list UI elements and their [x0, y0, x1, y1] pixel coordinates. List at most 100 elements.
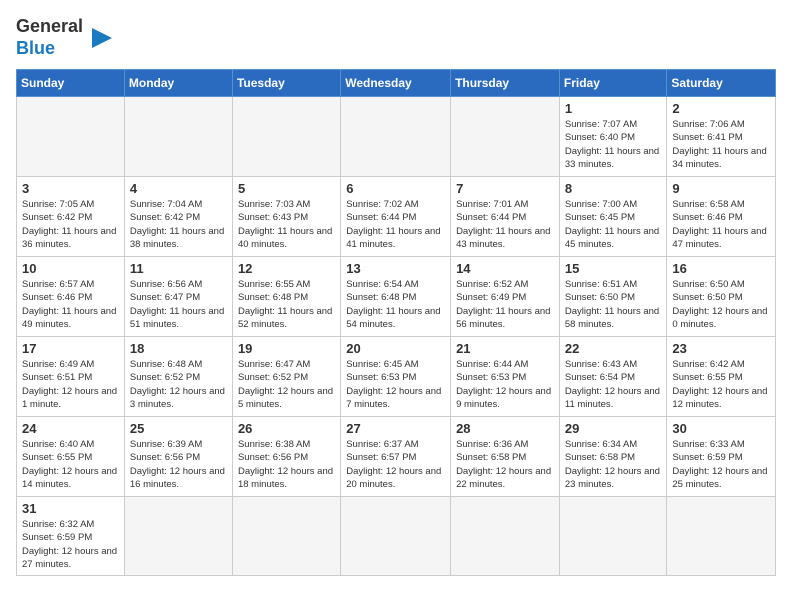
day-info: Sunrise: 6:33 AM Sunset: 6:59 PM Dayligh… [672, 438, 770, 491]
calendar-cell [451, 97, 560, 177]
calendar-week-row: 3Sunrise: 7:05 AM Sunset: 6:42 PM Daylig… [17, 177, 776, 257]
day-number: 7 [456, 181, 554, 196]
day-info: Sunrise: 6:51 AM Sunset: 6:50 PM Dayligh… [565, 278, 662, 331]
calendar-cell: 26 Sunrise: 6:38 AM Sunset: 6:56 PM Dayli… [232, 417, 340, 497]
day-info: Sunrise: 6:54 AM Sunset: 6:48 PM Dayligh… [346, 278, 445, 331]
calendar-cell: 12 Sunrise: 6:55 AM Sunset: 6:48 PM Dayli… [232, 257, 340, 337]
day-info: Sunrise: 6:58 AM Sunset: 6:46 PM Dayligh… [672, 198, 770, 251]
calendar-cell: 21Sunrise: 6:44 AM Sunset: 6:53 PM Dayli… [451, 337, 560, 417]
calendar-cell: 18Sunrise: 6:48 AM Sunset: 6:52 PM Dayli… [124, 337, 232, 417]
day-number: 6 [346, 181, 445, 196]
day-info: Sunrise: 7:06 AM Sunset: 6:41 PM Dayligh… [672, 118, 770, 171]
calendar-cell: 13Sunrise: 6:54 AM Sunset: 6:48 PM Dayli… [341, 257, 451, 337]
day-info: Sunrise: 6:57 AM Sunset: 6:46 PM Dayligh… [22, 278, 119, 331]
day-of-week-header: Monday [124, 70, 232, 97]
calendar-cell: 9Sunrise: 6:58 AM Sunset: 6:46 PM Daylig… [667, 177, 776, 257]
day-info: Sunrise: 6:39 AM Sunset: 6:56 PM Dayligh… [130, 438, 227, 491]
calendar-cell [667, 497, 776, 576]
day-number: 29 [565, 421, 662, 436]
day-info: Sunrise: 6:43 AM Sunset: 6:54 PM Dayligh… [565, 358, 662, 411]
day-of-week-header: Saturday [667, 70, 776, 97]
calendar-cell: 29Sunrise: 6:34 AM Sunset: 6:58 PM Dayli… [559, 417, 667, 497]
calendar-cell: 16Sunrise: 6:50 AM Sunset: 6:50 PM Dayli… [667, 257, 776, 337]
calendar-cell: 27 Sunrise: 6:37 AM Sunset: 6:57 PM Dayli… [341, 417, 451, 497]
day-number: 2 [672, 101, 770, 116]
calendar-week-row: 31Sunrise: 6:32 AM Sunset: 6:59 PM Dayli… [17, 497, 776, 576]
day-number: 27 [346, 421, 445, 436]
day-number: 24 [22, 421, 119, 436]
day-of-week-header: Sunday [17, 70, 125, 97]
day-info: Sunrise: 7:01 AM Sunset: 6:44 PM Dayligh… [456, 198, 554, 251]
day-info: Sunrise: 7:02 AM Sunset: 6:44 PM Dayligh… [346, 198, 445, 251]
day-info: Sunrise: 7:07 AM Sunset: 6:40 PM Dayligh… [565, 118, 662, 171]
calendar-cell: 22 Sunrise: 6:43 AM Sunset: 6:54 PM Dayli… [559, 337, 667, 417]
calendar-cell [124, 97, 232, 177]
day-number: 22 [565, 341, 662, 356]
day-number: 10 [22, 261, 119, 276]
calendar-cell: 4 Sunrise: 7:04 AM Sunset: 6:42 PM Daylig… [124, 177, 232, 257]
calendar-cell: 24 Sunrise: 6:40 AM Sunset: 6:55 PM Dayli… [17, 417, 125, 497]
calendar-week-row: 1 Sunrise: 7:07 AM Sunset: 6:40 PM Daylig… [17, 97, 776, 177]
calendar-cell: 15 Sunrise: 6:51 AM Sunset: 6:50 PM Dayli… [559, 257, 667, 337]
calendar-table: SundayMondayTuesdayWednesdayThursdayFrid… [16, 69, 776, 576]
day-number: 16 [672, 261, 770, 276]
day-of-week-header: Friday [559, 70, 667, 97]
day-info: Sunrise: 6:47 AM Sunset: 6:52 PM Dayligh… [238, 358, 335, 411]
calendar-cell: 31Sunrise: 6:32 AM Sunset: 6:59 PM Dayli… [17, 497, 125, 576]
day-number: 30 [672, 421, 770, 436]
calendar-cell: 3Sunrise: 7:05 AM Sunset: 6:42 PM Daylig… [17, 177, 125, 257]
calendar-cell: 11Sunrise: 6:56 AM Sunset: 6:47 PM Dayli… [124, 257, 232, 337]
day-info: Sunrise: 7:04 AM Sunset: 6:42 PM Dayligh… [130, 198, 227, 251]
day-number: 25 [130, 421, 227, 436]
day-info: Sunrise: 7:05 AM Sunset: 6:42 PM Dayligh… [22, 198, 119, 251]
day-info: Sunrise: 6:52 AM Sunset: 6:49 PM Dayligh… [456, 278, 554, 331]
day-number: 17 [22, 341, 119, 356]
calendar-week-row: 17Sunrise: 6:49 AM Sunset: 6:51 PM Dayli… [17, 337, 776, 417]
logo-triangle-icon [87, 23, 117, 53]
calendar-header-row: SundayMondayTuesdayWednesdayThursdayFrid… [17, 70, 776, 97]
day-number: 12 [238, 261, 335, 276]
calendar-cell: 23Sunrise: 6:42 AM Sunset: 6:55 PM Dayli… [667, 337, 776, 417]
calendar-cell: 30 Sunrise: 6:33 AM Sunset: 6:59 PM Dayli… [667, 417, 776, 497]
day-of-week-header: Wednesday [341, 70, 451, 97]
day-number: 20 [346, 341, 445, 356]
day-info: Sunrise: 6:37 AM Sunset: 6:57 PM Dayligh… [346, 438, 445, 491]
day-info: Sunrise: 6:55 AM Sunset: 6:48 PM Dayligh… [238, 278, 335, 331]
day-info: Sunrise: 6:48 AM Sunset: 6:52 PM Dayligh… [130, 358, 227, 411]
calendar-cell: 14Sunrise: 6:52 AM Sunset: 6:49 PM Dayli… [451, 257, 560, 337]
day-number: 15 [565, 261, 662, 276]
calendar-cell [451, 497, 560, 576]
day-of-week-header: Thursday [451, 70, 560, 97]
calendar-cell: 2 Sunrise: 7:06 AM Sunset: 6:41 PM Daylig… [667, 97, 776, 177]
calendar-week-row: 10 Sunrise: 6:57 AM Sunset: 6:46 PM Dayli… [17, 257, 776, 337]
day-number: 8 [565, 181, 662, 196]
logo: GeneralBlue [16, 16, 117, 59]
calendar-cell [559, 497, 667, 576]
calendar-cell [232, 97, 340, 177]
day-info: Sunrise: 6:36 AM Sunset: 6:58 PM Dayligh… [456, 438, 554, 491]
calendar-cell: 8 Sunrise: 7:00 AM Sunset: 6:45 PM Daylig… [559, 177, 667, 257]
day-info: Sunrise: 7:00 AM Sunset: 6:45 PM Dayligh… [565, 198, 662, 251]
day-number: 1 [565, 101, 662, 116]
calendar-cell: 6 Sunrise: 7:02 AM Sunset: 6:44 PM Daylig… [341, 177, 451, 257]
day-number: 5 [238, 181, 335, 196]
day-info: Sunrise: 6:40 AM Sunset: 6:55 PM Dayligh… [22, 438, 119, 491]
calendar-cell: 7 Sunrise: 7:01 AM Sunset: 6:44 PM Daylig… [451, 177, 560, 257]
calendar-cell [232, 497, 340, 576]
calendar-cell [17, 97, 125, 177]
calendar-cell: 5 Sunrise: 7:03 AM Sunset: 6:43 PM Daylig… [232, 177, 340, 257]
calendar-cell [124, 497, 232, 576]
logo-text: GeneralBlue [16, 16, 83, 59]
calendar-week-row: 24 Sunrise: 6:40 AM Sunset: 6:55 PM Dayli… [17, 417, 776, 497]
calendar-cell: 1 Sunrise: 7:07 AM Sunset: 6:40 PM Daylig… [559, 97, 667, 177]
day-info: Sunrise: 6:38 AM Sunset: 6:56 PM Dayligh… [238, 438, 335, 491]
day-number: 19 [238, 341, 335, 356]
day-number: 26 [238, 421, 335, 436]
header: GeneralBlue [16, 16, 776, 59]
day-info: Sunrise: 7:03 AM Sunset: 6:43 PM Dayligh… [238, 198, 335, 251]
day-number: 11 [130, 261, 227, 276]
day-info: Sunrise: 6:42 AM Sunset: 6:55 PM Dayligh… [672, 358, 770, 411]
day-info: Sunrise: 6:32 AM Sunset: 6:59 PM Dayligh… [22, 518, 119, 571]
day-number: 4 [130, 181, 227, 196]
day-number: 21 [456, 341, 554, 356]
